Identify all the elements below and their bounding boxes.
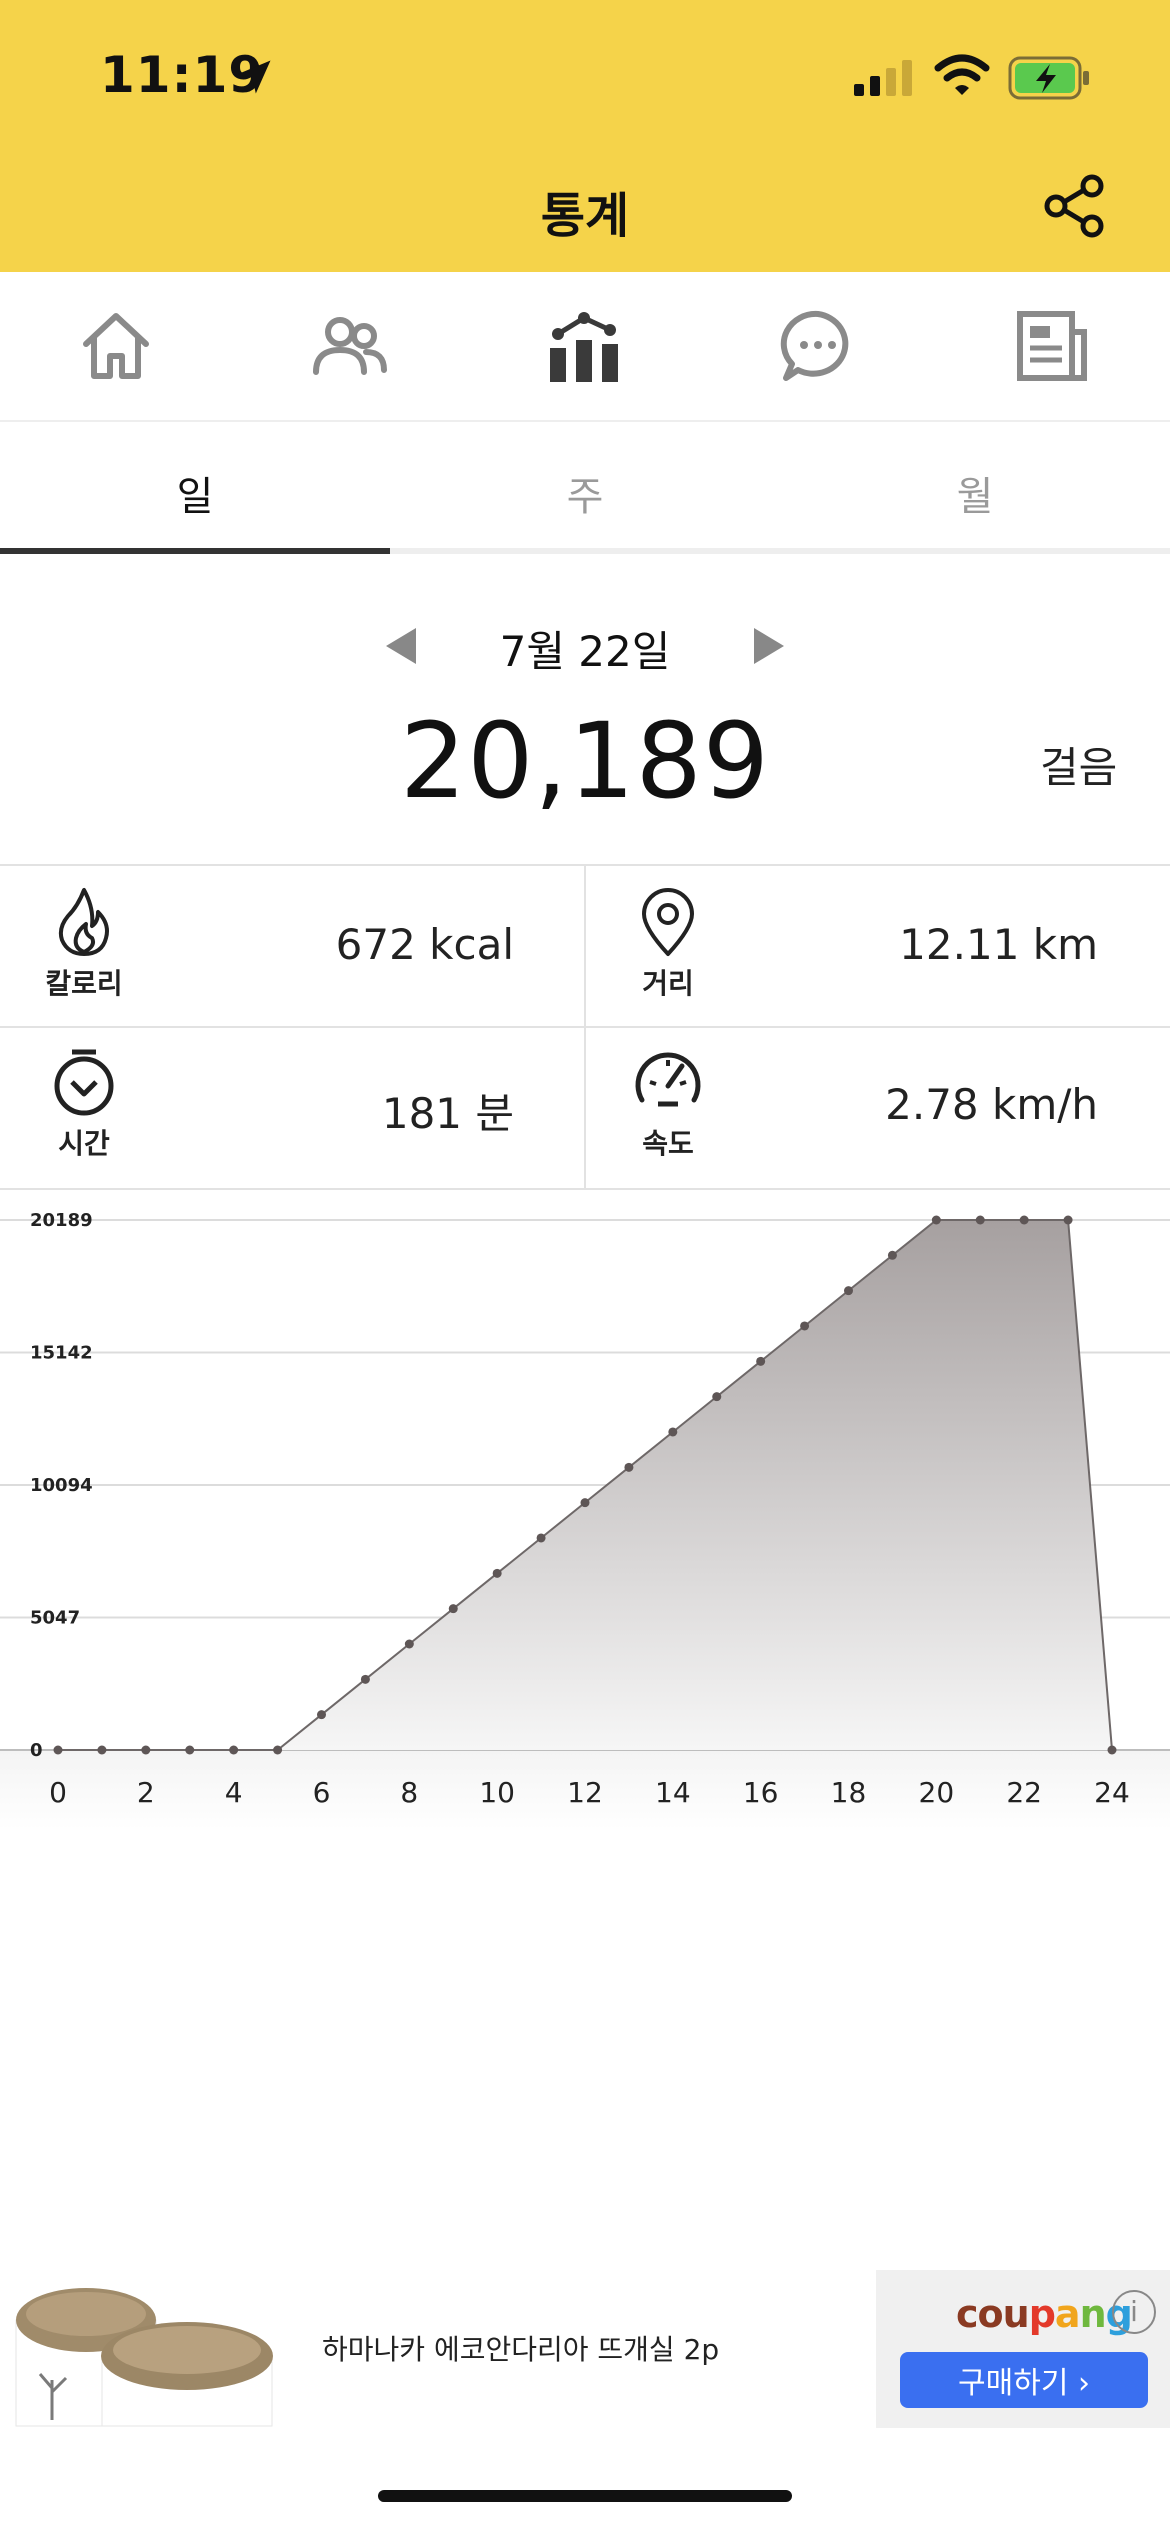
x-tick-label: 24 — [1094, 1776, 1130, 1809]
news-icon — [1017, 311, 1087, 381]
x-tick-label: 22 — [1006, 1776, 1042, 1809]
x-tick-label: 14 — [655, 1776, 691, 1809]
period-tabs: 일 주 월 — [0, 424, 1170, 556]
x-tick-label: 6 — [313, 1776, 331, 1809]
data-point — [185, 1745, 195, 1755]
data-point — [53, 1745, 63, 1755]
x-tick-label: 16 — [743, 1776, 779, 1809]
tab-day[interactable]: 일 — [0, 464, 390, 522]
step-count: 20,189 — [400, 700, 770, 822]
ad-cta-box: coupang i 구매하기 › — [876, 2270, 1170, 2428]
coupang-logo: coupang — [956, 2292, 1133, 2336]
data-point — [1063, 1215, 1073, 1225]
x-tick-label: 4 — [225, 1776, 243, 1809]
data-point — [887, 1250, 897, 1260]
nav-home[interactable] — [72, 302, 160, 390]
nav-chat[interactable] — [774, 302, 862, 390]
data-point — [712, 1392, 722, 1402]
data-point — [317, 1710, 326, 1720]
y-tick-label: 20189 — [30, 1210, 93, 1231]
data-point — [1019, 1215, 1029, 1225]
data-point — [97, 1745, 107, 1755]
data-point — [975, 1215, 985, 1225]
home-icon — [83, 313, 149, 379]
step-unit: 걸음 — [1040, 743, 1118, 792]
nav-news[interactable] — [1008, 302, 1096, 390]
y-tick-label: 10094 — [30, 1475, 93, 1496]
distance-value: 12.11 km — [899, 920, 1098, 969]
friends-icon — [313, 317, 387, 375]
flame-icon — [58, 888, 109, 956]
tab-week[interactable]: 주 — [390, 464, 780, 522]
location-pin-icon — [642, 888, 694, 956]
data-point — [360, 1674, 370, 1684]
x-tick-label: 18 — [831, 1776, 867, 1809]
share-icon[interactable] — [1044, 174, 1106, 238]
ad-info-icon[interactable]: i — [1112, 2290, 1156, 2334]
page-title: 통계 — [540, 188, 630, 244]
data-point — [536, 1533, 546, 1543]
tab-month[interactable]: 월 — [780, 464, 1170, 522]
distance-label: 거리 — [642, 967, 694, 1000]
y-tick-label: 5047 — [30, 1608, 80, 1629]
stats-grid: 칼로리 672 kcal 거리 12.11 km 시간 181 분 속도 2.7… — [0, 864, 1170, 1190]
ad-product-title[interactable]: 하마나카 에코안다리아 뜨개실 2p — [322, 2328, 719, 2368]
location-arrow-icon — [237, 60, 271, 94]
data-point — [404, 1639, 414, 1649]
time-value: 181 분 — [381, 1089, 514, 1138]
data-point — [756, 1356, 766, 1366]
next-date-button[interactable] — [754, 628, 784, 664]
x-tick-label: 0 — [49, 1776, 67, 1809]
data-point — [141, 1745, 151, 1755]
header-bar: 11:19 통계 — [0, 0, 1170, 272]
data-point — [580, 1498, 590, 1508]
home-indicator — [378, 2490, 792, 2502]
tab-active-indicator — [0, 548, 390, 554]
y-tick-label: 15142 — [30, 1342, 93, 1363]
stats-divider-horizontal — [0, 1026, 1170, 1028]
data-point — [844, 1286, 853, 1296]
nav-stats[interactable] — [540, 302, 628, 390]
data-point — [229, 1745, 239, 1755]
buy-button[interactable]: 구매하기 › — [900, 2352, 1148, 2408]
x-tick-label: 20 — [919, 1776, 955, 1809]
speedometer-icon — [635, 1052, 701, 1107]
data-point — [1107, 1745, 1117, 1755]
data-point — [668, 1427, 678, 1437]
data-point — [492, 1568, 502, 1578]
x-tick-label: 12 — [567, 1776, 603, 1809]
stopwatch-icon — [54, 1049, 114, 1116]
cellular-signal-icon — [854, 60, 912, 96]
y-tick-label: 0 — [30, 1740, 43, 1761]
data-point — [931, 1215, 941, 1225]
date-label: 7월 22일 — [499, 627, 671, 676]
time-label: 시간 — [58, 1127, 110, 1160]
calories-label: 칼로리 — [45, 967, 123, 1000]
speed-label: 속도 — [642, 1127, 694, 1160]
yarn-product-image — [15, 2288, 273, 2427]
data-point — [800, 1321, 810, 1331]
speed-value: 2.78 km/h — [885, 1080, 1098, 1129]
data-point — [624, 1462, 634, 1472]
x-tick-label: 2 — [137, 1776, 155, 1809]
hourly-steps-chart: 05047100941514220189 0 2 4 6 8 10 12 14 16 18 20 22… — [0, 1210, 1170, 1830]
data-point — [448, 1604, 458, 1614]
x-tick-label: 10 — [479, 1776, 515, 1809]
ad-banner[interactable]: 하마나카 에코안다리아 뜨개실 2p coupang i 구매하기 › — [0, 2270, 1170, 2430]
nav-friends[interactable] — [306, 302, 394, 390]
stats-icon — [550, 312, 618, 382]
data-point — [273, 1745, 283, 1755]
calories-value: 672 kcal — [335, 920, 514, 969]
main-nav — [0, 272, 1170, 422]
chat-icon — [780, 310, 849, 381]
wifi-icon — [934, 54, 990, 95]
battery-charging-icon — [1008, 56, 1089, 100]
x-tick-label: 8 — [400, 1776, 418, 1809]
